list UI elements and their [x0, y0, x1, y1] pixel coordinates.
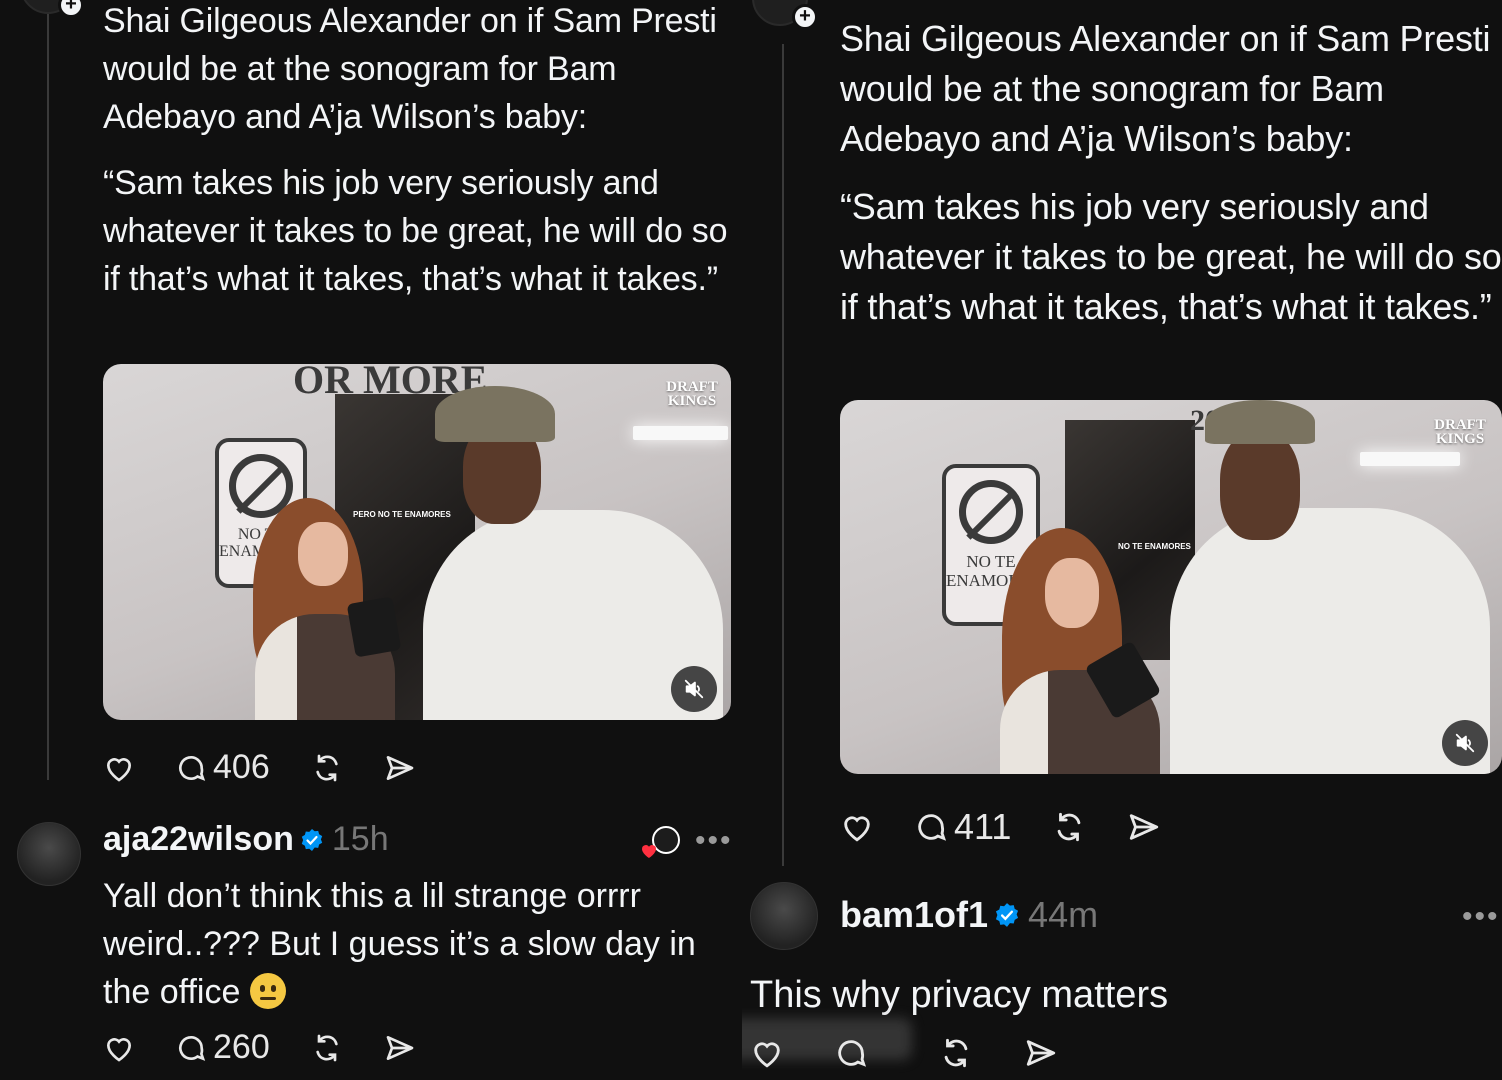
player-cap [1205, 400, 1315, 444]
draftkings-logo: DRAFT KINGS [666, 379, 718, 409]
post-action-bar: 406 [103, 748, 456, 787]
reply-username[interactable]: aja22wilson [103, 820, 294, 859]
like-button[interactable] [103, 1033, 135, 1063]
post-paragraph: Shai Gilgeous Alexander on if Sam Presti… [103, 2, 717, 136]
repost-button[interactable] [310, 1032, 344, 1064]
poster-text: PERO NO TE ENAMORES [353, 510, 451, 519]
like-button[interactable] [750, 1037, 784, 1069]
reply-body: Yall don’t think this a lil strange orrr… [103, 877, 696, 1011]
reply-timestamp: 15h [331, 820, 389, 858]
mute-icon [1455, 733, 1475, 753]
reply-header: bam1of1 44m [840, 894, 1098, 936]
reply-username[interactable]: bam1of1 [840, 894, 988, 936]
no-love-icon [959, 480, 1023, 544]
player-body [1170, 508, 1490, 774]
heart-reaction-icon [640, 824, 680, 864]
post-paragraph: Shai Gilgeous Alexander on if Sam Presti… [840, 18, 1491, 159]
wall-light [633, 426, 728, 440]
comment-icon [179, 755, 206, 781]
reply-count: 411 [954, 806, 1012, 847]
like-button[interactable] [103, 753, 135, 783]
repost-icon [316, 1034, 338, 1061]
post-action-bar: 411 [840, 806, 1201, 848]
comment-icon [179, 1035, 206, 1061]
repost-button[interactable] [1051, 810, 1087, 844]
reply-action-bar: 260 [103, 1028, 456, 1067]
reply-button[interactable]: 406 [175, 748, 270, 787]
mute-icon [684, 679, 704, 699]
share-button[interactable] [1127, 811, 1161, 843]
reply-avatar[interactable] [17, 822, 81, 886]
post-paragraph: “Sam takes his job very seriously and wh… [840, 186, 1502, 327]
interviewer-face [1045, 558, 1099, 628]
reply-avatar[interactable] [750, 882, 818, 950]
reply-count: 406 [213, 748, 270, 786]
comment-icon [838, 1040, 867, 1067]
post-video[interactable]: OR MORE PERO NO TE ENAMORES NO TE ENAMOR… [103, 364, 731, 720]
reply-text: This why privacy matters [750, 974, 1169, 1016]
post-text: Shai Gilgeous Alexander on if Sam Presti… [103, 0, 733, 303]
reply-button[interactable]: 260 [175, 1028, 270, 1067]
reply-timestamp: 44m [1028, 894, 1099, 935]
post-text: Shai Gilgeous Alexander on if Sam Presti… [840, 14, 1502, 332]
microphone [346, 596, 402, 658]
right-thread-panel: + Shai Gilgeous Alexander on if Sam Pres… [742, 0, 1502, 1080]
more-options-icon[interactable]: ••• [1462, 900, 1500, 934]
reply-button[interactable]: 411 [914, 806, 1011, 848]
share-icon [1026, 1040, 1056, 1066]
player-cap [435, 386, 555, 442]
like-button[interactable] [840, 811, 874, 843]
thread-line [782, 44, 784, 866]
reply-button[interactable] [834, 1036, 868, 1070]
left-thread-panel: + Shai Gilgeous Alexander on if Sam Pres… [0, 0, 742, 1080]
verified-badge-icon [301, 828, 323, 851]
repost-button[interactable] [938, 1036, 974, 1070]
repost-icon [1058, 812, 1081, 842]
repost-icon [944, 1038, 968, 1068]
mute-button[interactable] [1442, 720, 1488, 766]
player-head [1220, 430, 1300, 540]
repost-button[interactable] [310, 752, 344, 784]
share-button[interactable] [384, 1033, 416, 1063]
verified-badge-icon [995, 903, 1019, 927]
interviewer-face [298, 522, 348, 586]
heart-icon [844, 816, 870, 842]
mute-button[interactable] [671, 666, 717, 712]
share-icon [386, 1035, 414, 1060]
heart-icon [754, 1042, 780, 1068]
follow-plus-icon[interactable]: + [58, 0, 84, 18]
repost-icon [316, 754, 338, 781]
share-icon [386, 755, 414, 780]
share-icon [1130, 814, 1159, 840]
heart-icon [106, 1037, 132, 1062]
post-video[interactable]: 20 NO TE ENAMORES NO TE ENAMORES DRAFT K… [840, 400, 1502, 774]
heart-icon [106, 757, 132, 782]
more-options-icon[interactable]: ••• [695, 824, 733, 858]
thread-line [47, 10, 49, 780]
reply-action-bar [750, 1036, 1098, 1070]
reply-text: Yall don’t think this a lil strange orrr… [103, 872, 733, 1016]
share-button[interactable] [384, 753, 416, 783]
comment-icon [918, 814, 947, 841]
draftkings-logo: DRAFT KINGS [1434, 417, 1486, 447]
post-paragraph: “Sam takes his job very seriously and wh… [103, 164, 728, 298]
reply-header: aja22wilson 15h [103, 820, 389, 859]
reply-count: 260 [213, 1028, 270, 1066]
poster-text: NO TE ENAMORES [1118, 542, 1191, 551]
share-button[interactable] [1024, 1037, 1058, 1069]
neutral-face-icon [249, 973, 286, 1009]
wall-light [1360, 452, 1460, 466]
follow-plus-icon[interactable]: + [792, 4, 818, 30]
